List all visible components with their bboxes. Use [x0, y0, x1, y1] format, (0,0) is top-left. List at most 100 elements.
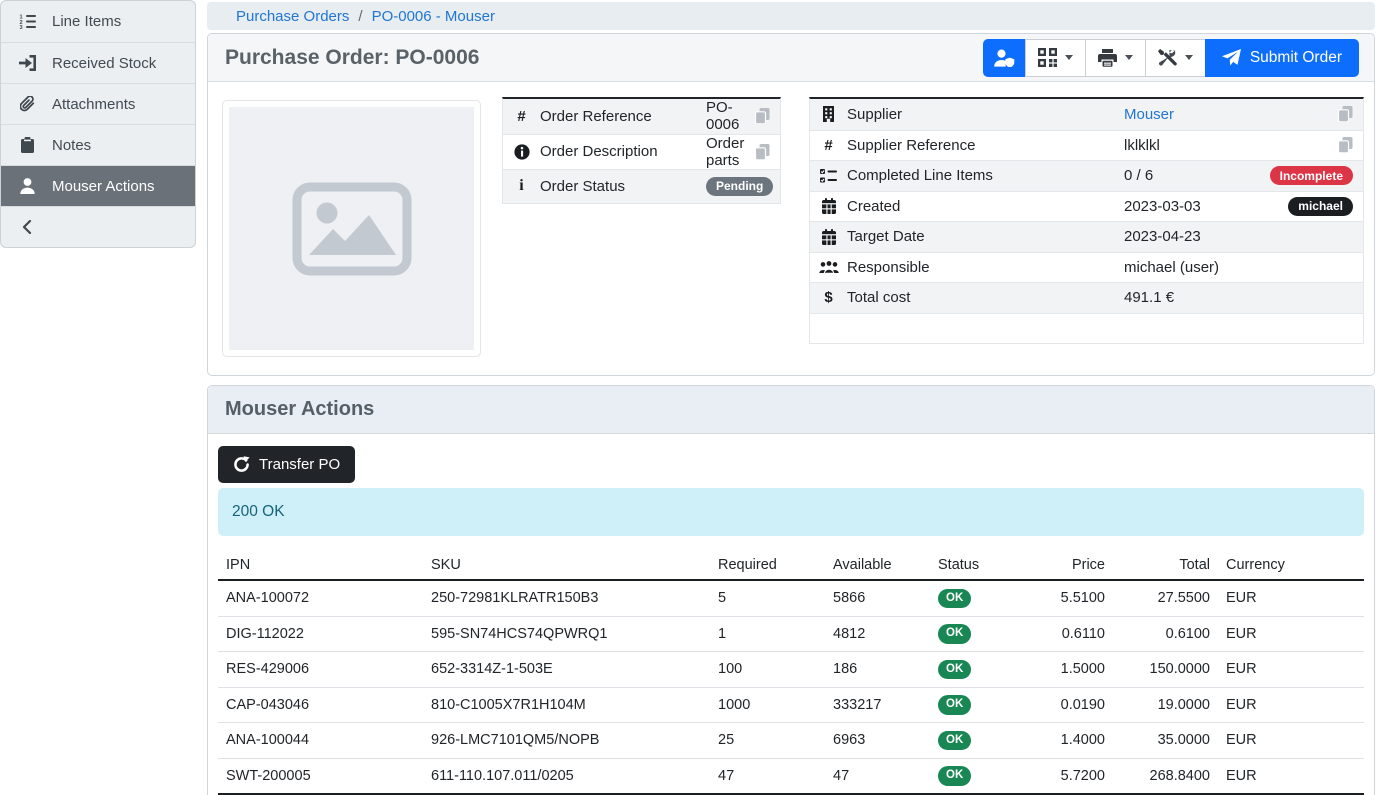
sidebar-item-label: Mouser Actions: [52, 178, 155, 195]
detail-value: 2023-04-23: [1124, 228, 1353, 245]
cell-price: 1.5000: [1005, 652, 1113, 688]
detail-row-order-status: i Order Status Pending: [503, 169, 780, 204]
table-row: SWT-200005 611-110.107.011/0205 47 47 OK…: [218, 758, 1364, 794]
print-actions-button[interactable]: [1085, 39, 1146, 77]
cell-required: 47: [710, 758, 825, 794]
sidebar-item-label: Attachments: [52, 96, 135, 113]
cell-total: 19.0000: [1113, 687, 1218, 723]
order-image-card[interactable]: [222, 100, 481, 357]
cell-required: 100: [710, 652, 825, 688]
info-icon: i: [503, 177, 540, 195]
detail-value: PO-0006: [706, 99, 755, 133]
incomplete-badge: Incomplete: [1270, 166, 1353, 185]
mouser-actions-title: Mouser Actions: [225, 398, 374, 421]
breadcrumb: Purchase Orders / PO-0006 - Mouser: [207, 2, 1375, 30]
copy-icon[interactable]: [1338, 106, 1353, 122]
table-header-row: IPN SKU Required Available Status Price …: [218, 551, 1364, 580]
cell-sku: 250-72981KLRATR150B3: [423, 580, 710, 616]
line-items-table: IPN SKU Required Available Status Price …: [218, 551, 1364, 795]
supplier-details-table: Supplier Mouser # Supplier Reference lkl…: [809, 97, 1364, 344]
caret-down-icon: [1185, 55, 1193, 60]
detail-value: 0 / 6: [1124, 167, 1270, 184]
paperclip-icon: [15, 96, 39, 112]
column-header-total: Total: [1113, 551, 1218, 580]
breadcrumb-link-purchase-orders[interactable]: Purchase Orders: [236, 8, 349, 25]
column-header-sku: SKU: [423, 551, 710, 580]
supplier-link[interactable]: Mouser: [1124, 106, 1338, 123]
cell-currency: EUR: [1218, 580, 1364, 616]
cell-required: 1000: [710, 687, 825, 723]
mouser-actions-header: Mouser Actions: [208, 386, 1374, 434]
sidebar-item-attachments[interactable]: Attachments: [1, 83, 195, 124]
cell-status: OK: [930, 723, 1005, 759]
users-icon: [810, 260, 847, 274]
copy-icon[interactable]: [755, 144, 770, 160]
cell-available: 5866: [825, 580, 930, 616]
copy-icon[interactable]: [755, 108, 770, 124]
user-badge: michael: [1288, 197, 1353, 216]
transfer-po-label: Transfer PO: [259, 456, 340, 473]
detail-row-supplier-reference: # Supplier Reference lklklkl: [810, 130, 1363, 161]
detail-row-order-reference: # Order Reference PO-0006: [503, 99, 780, 134]
sidebar-collapse-button[interactable]: [1, 206, 195, 247]
cell-status: OK: [930, 652, 1005, 688]
detail-label: Total cost: [847, 289, 1124, 306]
image-placeholder: [229, 107, 474, 350]
calendar-icon: [810, 229, 847, 245]
user-shield-button[interactable]: [983, 39, 1026, 77]
breadcrumb-link-current[interactable]: PO-0006 - Mouser: [372, 8, 495, 25]
submit-order-button[interactable]: Submit Order: [1205, 39, 1359, 77]
ok-badge: OK: [938, 660, 971, 680]
copy-icon[interactable]: [1338, 137, 1353, 153]
detail-label: Created: [847, 198, 1124, 215]
cell-available: 4812: [825, 616, 930, 652]
breadcrumb-separator: /: [358, 8, 362, 25]
order-details-table: # Order Reference PO-0006 Order Descript…: [502, 97, 781, 204]
building-icon: [810, 106, 847, 122]
detail-row-created: Created 2023-03-03 michael: [810, 191, 1363, 222]
user-icon: [15, 178, 39, 194]
chevron-left-icon: [15, 220, 39, 234]
cell-status: OK: [930, 687, 1005, 723]
column-header-currency: Currency: [1218, 551, 1364, 580]
sidebar-item-notes[interactable]: Notes: [1, 124, 195, 165]
cell-currency: EUR: [1218, 723, 1364, 759]
tools-icon: [1158, 48, 1177, 67]
sidebar-item-label: Received Stock: [52, 55, 156, 72]
ok-badge: OK: [938, 731, 971, 751]
cell-status: OK: [930, 616, 1005, 652]
column-header-available: Available: [825, 551, 930, 580]
cell-price: 0.0190: [1005, 687, 1113, 723]
ok-badge: OK: [938, 766, 971, 786]
printer-icon: [1098, 49, 1117, 67]
ok-badge: OK: [938, 695, 971, 715]
cell-total: 150.0000: [1113, 652, 1218, 688]
paper-plane-icon: [1222, 49, 1241, 66]
clipboard-icon: [15, 137, 39, 153]
cell-sku: 926-LMC7101QM5/NOPB: [423, 723, 710, 759]
detail-value: 2023-03-03: [1124, 198, 1288, 215]
svg-text:3: 3: [19, 25, 22, 29]
detail-label: Completed Line Items: [847, 167, 1124, 184]
ok-badge: OK: [938, 589, 971, 609]
sidebar-item-received-stock[interactable]: Received Stock: [1, 42, 195, 83]
sidebar-item-mouser-actions[interactable]: Mouser Actions: [1, 165, 195, 206]
cell-available: 333217: [825, 687, 930, 723]
barcode-actions-button[interactable]: [1025, 39, 1086, 77]
sidebar-item-line-items[interactable]: 123 Line Items: [1, 1, 195, 42]
cell-available: 47: [825, 758, 930, 794]
cell-ipn: CAP-043046: [218, 687, 423, 723]
submit-order-label: Submit Order: [1250, 49, 1342, 67]
cell-required: 1: [710, 616, 825, 652]
mouser-actions-body: Transfer PO 200 OK IPN SKU Required Avai…: [208, 434, 1374, 795]
order-actions-button[interactable]: [1145, 39, 1206, 77]
calendar-icon: [810, 198, 847, 214]
circle-info-icon: [503, 144, 540, 160]
detail-label: Order Status: [540, 178, 706, 195]
detail-row-supplier: Supplier Mouser: [810, 99, 1363, 130]
transfer-po-button[interactable]: Transfer PO: [218, 446, 355, 483]
cell-currency: EUR: [1218, 687, 1364, 723]
ok-badge: OK: [938, 624, 971, 644]
detail-row-empty: [810, 313, 1363, 344]
detail-row-target-date: Target Date 2023-04-23: [810, 221, 1363, 252]
